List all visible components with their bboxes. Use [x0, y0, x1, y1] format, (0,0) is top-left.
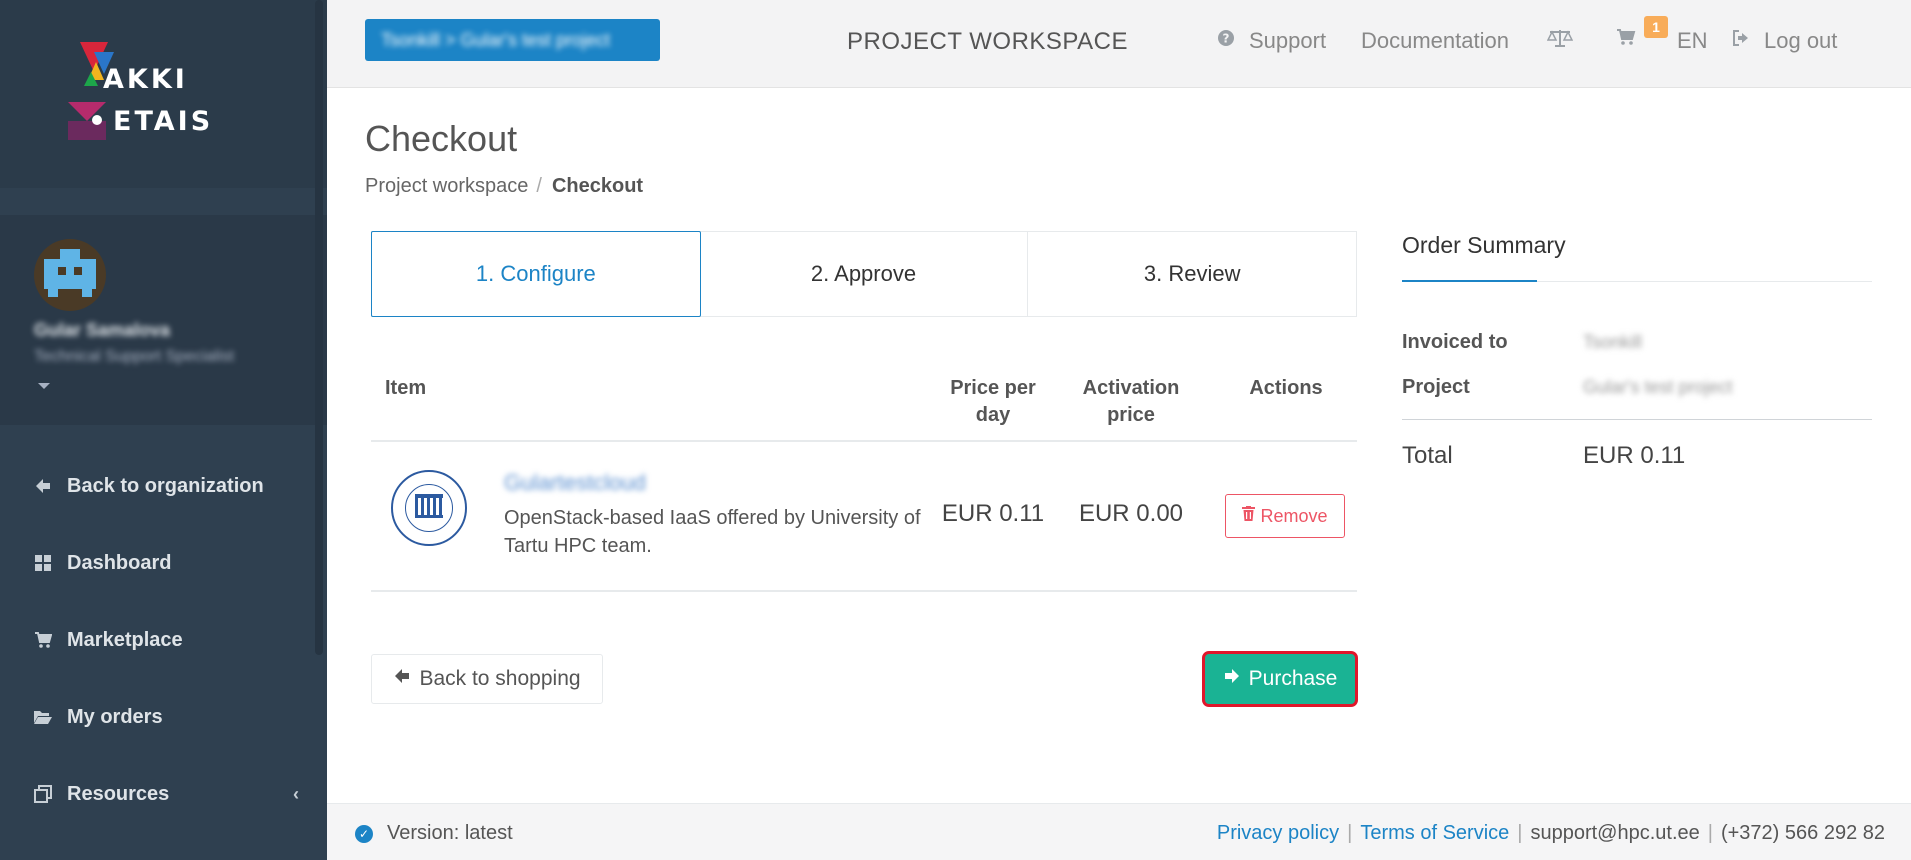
sidebar-item-label: My orders: [67, 705, 163, 728]
support-email: support@hpc.ut.ee: [1530, 822, 1700, 844]
header-activation-price: Activation price: [1071, 375, 1191, 429]
language-selector[interactable]: EN: [1677, 28, 1708, 54]
footer: ✓ Version: latest Privacy policy | Terms…: [327, 803, 1911, 860]
breadcrumb-separator: /: [536, 175, 542, 197]
project-label: Project: [1402, 376, 1470, 398]
page-title: Checkout: [365, 118, 518, 159]
etais-logo-mark: [68, 102, 106, 140]
avatar: [34, 239, 106, 311]
sidebar-item-label: Marketplace: [67, 628, 183, 651]
header-price-per-day: Price per day: [938, 375, 1048, 429]
header-item: Item: [385, 377, 427, 399]
support-link[interactable]: ? Support: [1217, 28, 1326, 54]
documentation-link[interactable]: Documentation: [1361, 28, 1509, 54]
compare-link[interactable]: [1546, 28, 1587, 54]
back-to-shopping-label: Back to shopping: [419, 667, 581, 690]
project-selector-label: Tsonkill > Gular's test project: [381, 29, 611, 50]
folder-open-icon: [33, 707, 53, 727]
profile-name: Gular Samalova: [34, 320, 171, 340]
logout-label: Log out: [1764, 28, 1838, 53]
check-circle-icon: ✓: [355, 824, 373, 843]
cart-icon: [1616, 28, 1636, 52]
header-price-per-day-line2: day: [975, 404, 1011, 426]
activation-price-value: EUR 0.00: [1078, 500, 1184, 527]
invoiced-to-value: Tsonkill: [1583, 332, 1643, 352]
language-label: EN: [1677, 28, 1708, 53]
table-row: Gulartestcloud OpenStack-based IaaS offe…: [371, 442, 1357, 592]
arrow-left-icon: [393, 667, 411, 691]
brand-line1: AKKI: [103, 64, 188, 95]
sidebar: AKKI ETAIS Gular Samalova Technical Supp…: [0, 0, 327, 860]
sidebar-item-back-to-organization[interactable]: Back to organization: [0, 456, 327, 516]
workspace-title: PROJECT WORKSPACE: [847, 28, 1128, 55]
university-of-tartu-logo: [391, 470, 467, 546]
scale-icon: [1546, 28, 1574, 54]
summary-total-divider: [1402, 419, 1872, 420]
total-value: EUR 0.11: [1583, 442, 1686, 469]
summary-title-underline: [1402, 280, 1537, 282]
question-circle-icon: ?: [1217, 29, 1235, 53]
breadcrumb-current: Checkout: [551, 175, 644, 197]
header-activation-line1: Activation: [1082, 377, 1180, 399]
svg-text:?: ?: [1223, 32, 1230, 46]
sidebar-scrollbar[interactable]: [315, 0, 323, 655]
grid-icon: [33, 553, 53, 573]
header-price-per-day-line1: Price per: [950, 377, 1036, 399]
purchase-button[interactable]: Purchase: [1202, 651, 1358, 707]
logout-link[interactable]: Log out: [1732, 28, 1837, 54]
project-value: Gular's test project: [1583, 377, 1733, 397]
offering-description: OpenStack-based IaaS offered by Universi…: [504, 507, 921, 557]
invoiced-to-label: Invoiced to: [1402, 331, 1508, 353]
top-navbar: Tsonkill > Gular's test project PROJECT …: [327, 0, 1911, 88]
step-configure[interactable]: 1. Configure: [371, 231, 701, 317]
brand-logo[interactable]: AKKI ETAIS: [0, 0, 327, 188]
arrow-right-icon: [1223, 667, 1241, 691]
project-selector-button[interactable]: Tsonkill > Gular's test project: [365, 19, 660, 61]
cart-count-badge: 1: [1644, 16, 1668, 38]
terms-of-service-link[interactable]: Terms of Service: [1360, 822, 1509, 845]
version-info: ✓ Version: latest: [355, 822, 513, 845]
sidebar-item-dashboard[interactable]: Dashboard: [0, 533, 327, 593]
step-approve[interactable]: 2. Approve: [700, 232, 1029, 316]
header-activation-line2: price: [1107, 404, 1155, 426]
breadcrumb: Project workspace / Checkout: [365, 175, 643, 198]
chevron-left-icon[interactable]: ‹: [293, 784, 299, 805]
remove-button[interactable]: Remove: [1225, 494, 1345, 538]
sidebar-item-resources[interactable]: Resources ‹: [0, 764, 327, 824]
header-actions: Actions: [1249, 377, 1323, 399]
sidebar-item-label: Back to organization: [67, 474, 264, 497]
step-review[interactable]: 3. Review: [1028, 232, 1356, 316]
sidebar-item-label: Dashboard: [67, 551, 172, 574]
footer-links: Privacy policy | Terms of Service | supp…: [1216, 822, 1885, 845]
checkout-steps: 1. Configure 2. Approve 3. Review: [371, 231, 1357, 317]
cart-icon: [33, 630, 53, 650]
trash-icon: [1242, 506, 1256, 526]
privacy-policy-link[interactable]: Privacy policy: [1217, 822, 1339, 845]
version-label: Version: latest: [387, 822, 513, 844]
offering-name-link[interactable]: Gulartestcloud: [504, 470, 646, 496]
sidebar-item-label: Resources: [67, 782, 170, 805]
sign-out-icon: [1732, 29, 1750, 53]
profile-menu-caret-icon[interactable]: [38, 383, 50, 389]
support-label: Support: [1249, 28, 1327, 53]
sidebar-item-my-orders[interactable]: My orders: [0, 687, 327, 747]
back-to-shopping-button[interactable]: Back to shopping: [371, 654, 603, 704]
order-summary-title: Order Summary: [1402, 232, 1566, 258]
brand-line2: ETAIS: [113, 106, 214, 137]
user-profile: Gular Samalova Technical Support Special…: [0, 215, 327, 425]
arrow-left-icon: [33, 476, 53, 496]
profile-role: Technical Support Specialist: [34, 348, 235, 365]
remove-label: Remove: [1260, 505, 1328, 526]
purchase-label: Purchase: [1248, 667, 1338, 690]
documentation-label: Documentation: [1361, 28, 1509, 53]
total-label: Total: [1402, 442, 1453, 469]
price-per-day-value: EUR 0.11: [941, 500, 1045, 527]
breadcrumb-project-workspace[interactable]: Project workspace: [365, 175, 528, 198]
cart-table-header: Item Price per day Activation price Acti…: [371, 370, 1357, 442]
sidebar-item-marketplace[interactable]: Marketplace: [0, 610, 327, 670]
support-phone: (+372) 566 292 82: [1720, 822, 1885, 844]
copy-icon: [33, 784, 53, 804]
